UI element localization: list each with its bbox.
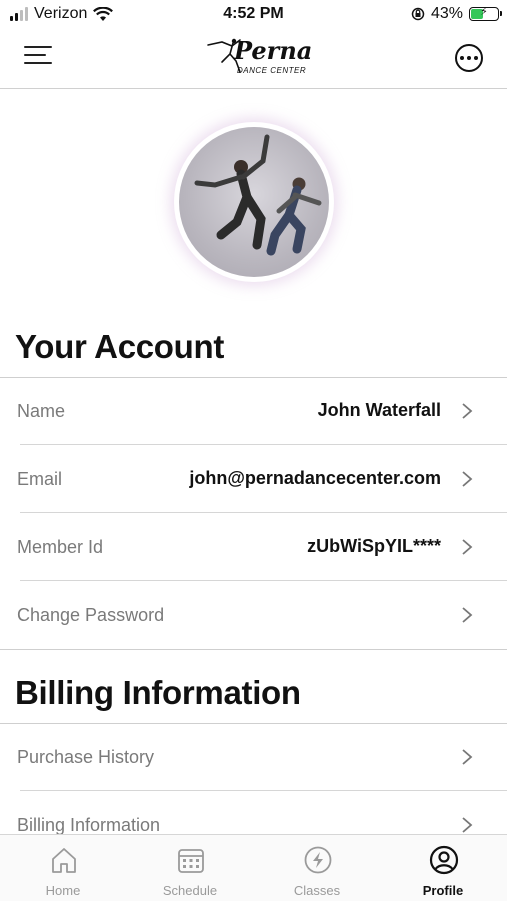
profile-photo-frame[interactable] bbox=[174, 122, 334, 282]
wifi-icon bbox=[93, 6, 114, 21]
name-value: John Waterfall bbox=[317, 400, 441, 420]
perna-logo: Perna DANCE CENTER bbox=[200, 34, 313, 82]
tab-schedule[interactable]: Schedule bbox=[127, 835, 253, 901]
member-id-label: Member Id bbox=[17, 537, 104, 557]
purchase-history-row[interactable]: Purchase History bbox=[0, 724, 507, 791]
tab-bar: Home Schedule Classes Profile bbox=[0, 834, 507, 901]
lightning-icon bbox=[304, 846, 332, 874]
change-password-label: Change Password bbox=[17, 605, 165, 625]
chevron-right-icon bbox=[462, 749, 473, 765]
tab-home-label: Home bbox=[45, 883, 81, 898]
signal-icon bbox=[10, 7, 28, 21]
email-row[interactable]: Email john@pernadancecenter.com bbox=[0, 446, 507, 513]
tab-schedule-label: Schedule bbox=[162, 883, 218, 898]
billing-section-title: Billing Information bbox=[15, 674, 301, 711]
status-right: 43% ⚡ bbox=[411, 5, 502, 23]
account-section-title: Your Account bbox=[15, 328, 225, 365]
logo-script-text: Perna bbox=[234, 36, 313, 65]
more-options-button[interactable] bbox=[455, 44, 483, 72]
name-label: Name bbox=[17, 401, 66, 421]
chevron-right-icon bbox=[462, 607, 473, 623]
email-label: Email bbox=[17, 469, 63, 489]
member-id-row[interactable]: Member Id zUbWiSpYIL**** bbox=[0, 514, 507, 581]
chevron-right-icon bbox=[462, 403, 473, 419]
carrier-name: Verizon bbox=[34, 5, 88, 22]
user-circle-icon bbox=[429, 845, 459, 875]
tab-classes-label: Classes bbox=[293, 883, 341, 898]
purchase-history-label: Purchase History bbox=[17, 747, 155, 767]
change-password-row[interactable]: Change Password bbox=[0, 582, 507, 649]
home-icon bbox=[52, 848, 76, 873]
status-left: Verizon bbox=[10, 5, 114, 23]
battery-percent: 43% bbox=[430, 5, 463, 22]
nav-header: Perna DANCE CENTER bbox=[0, 30, 507, 89]
tab-profile-label: Profile bbox=[422, 883, 464, 898]
orientation-lock-icon bbox=[411, 7, 425, 21]
tab-profile[interactable]: Profile bbox=[380, 835, 506, 901]
menu-button[interactable] bbox=[24, 46, 56, 70]
tab-home[interactable]: Home bbox=[0, 835, 126, 901]
calendar-icon bbox=[178, 849, 204, 873]
billing-information-label: Billing Information bbox=[17, 815, 161, 835]
chevron-right-icon bbox=[462, 817, 473, 833]
member-id-value: zUbWiSpYIL**** bbox=[307, 536, 441, 556]
email-value: john@pernadancecenter.com bbox=[189, 468, 441, 488]
chevron-right-icon bbox=[462, 539, 473, 555]
logo-subtitle: DANCE CENTER bbox=[237, 66, 307, 75]
chevron-right-icon bbox=[462, 471, 473, 487]
battery-icon: ⚡ bbox=[469, 6, 502, 21]
status-bar: Verizon 4:52 PM 43% ⚡ bbox=[0, 0, 507, 30]
account-end-divider bbox=[0, 649, 507, 650]
profile-photo bbox=[179, 127, 329, 277]
name-row[interactable]: Name John Waterfall bbox=[0, 378, 507, 445]
dancers-photo-icon bbox=[194, 134, 322, 256]
tab-classes[interactable]: Classes bbox=[254, 835, 380, 901]
